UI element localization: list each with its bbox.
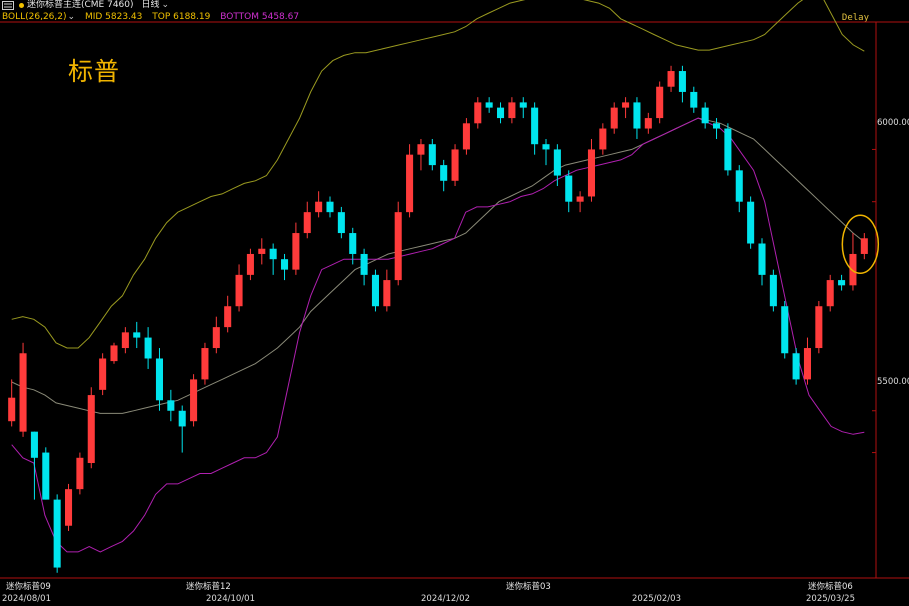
candle-body <box>587 149 595 197</box>
highlight-circle <box>841 214 880 275</box>
x-tick-label: 2025/03/25 <box>806 594 855 604</box>
contract-label: 迷你标普12 <box>186 582 231 592</box>
candle-body <box>212 327 220 349</box>
candle-body <box>303 212 311 234</box>
candle-body <box>87 395 95 464</box>
candle-body <box>519 102 527 108</box>
candle-body <box>815 306 823 349</box>
candle-body <box>451 149 459 181</box>
candle-body <box>792 353 800 380</box>
candle-body <box>406 154 414 213</box>
candle-body <box>610 107 618 129</box>
x-tick-label: 2025/02/03 <box>632 594 681 604</box>
candle-body <box>8 397 16 422</box>
candle-body <box>428 144 436 166</box>
candle-body <box>758 243 766 275</box>
candle-body <box>269 248 277 260</box>
candle-body <box>803 348 811 380</box>
candle-body <box>383 280 391 307</box>
candle-body <box>144 337 152 359</box>
candle-body <box>394 212 402 281</box>
candle-body <box>133 332 141 338</box>
candle-body <box>622 102 630 108</box>
candle-body <box>349 233 357 254</box>
candle-body <box>371 274 379 307</box>
candle-body <box>42 452 50 500</box>
candle-body <box>724 128 732 171</box>
candle-body <box>735 170 743 202</box>
contract-label: 迷你标普03 <box>506 582 551 592</box>
candle-body <box>201 348 209 380</box>
x-tick-label: 2024/08/01 <box>2 594 51 604</box>
candle-body <box>474 102 482 124</box>
candle-body <box>633 102 641 129</box>
candle-body <box>553 149 561 176</box>
candle-body <box>235 274 243 307</box>
candle-body <box>417 144 425 155</box>
candle-body <box>542 144 550 150</box>
candle-body <box>19 353 27 432</box>
candle-body <box>281 259 289 270</box>
candle-body <box>667 71 675 87</box>
candle-body <box>462 123 470 150</box>
candle-body <box>224 306 232 328</box>
candle-body <box>99 358 107 390</box>
candle-body <box>508 102 516 119</box>
x-tick-label: 2024/10/01 <box>206 594 255 604</box>
candle-body <box>190 379 198 422</box>
candle-body <box>781 306 789 354</box>
candle-body <box>258 248 266 254</box>
candle-body <box>701 107 709 124</box>
candle-body <box>30 431 38 458</box>
candle-body <box>531 107 539 145</box>
y-tick-label: 6000.00 <box>877 118 909 128</box>
candle-body <box>576 196 584 202</box>
candle-body <box>440 165 448 181</box>
candle-body <box>337 212 345 234</box>
candle-body <box>690 91 698 108</box>
candle-body <box>155 358 163 401</box>
candle-body <box>656 86 664 119</box>
candle-body <box>644 118 652 129</box>
candle-body <box>485 102 493 108</box>
candle-body <box>769 274 777 307</box>
candle-body <box>110 345 118 362</box>
candle-body <box>167 400 175 411</box>
x-tick-label: 2024/12/02 <box>421 594 470 604</box>
candle-body <box>565 175 573 202</box>
contract-label: 迷你标普06 <box>808 582 853 592</box>
candle-body <box>121 332 129 349</box>
candle-body <box>65 489 73 526</box>
candle-body <box>326 201 334 213</box>
candle-body <box>246 253 254 275</box>
contract-label: 迷你标普09 <box>6 582 51 592</box>
candle-body <box>747 201 755 244</box>
candle-body <box>713 123 721 129</box>
candlestick-chart[interactable] <box>0 0 909 606</box>
candle-body <box>178 410 186 427</box>
candle-body <box>292 233 300 270</box>
candle-body <box>315 201 323 213</box>
candle-body <box>53 499 61 568</box>
candle-body <box>860 238 868 254</box>
candle-body <box>826 280 834 307</box>
candle-body <box>76 457 84 490</box>
candle-body <box>838 280 846 286</box>
candle-body <box>360 253 368 275</box>
candle-body <box>678 71 686 92</box>
candle-body <box>599 128 607 150</box>
y-tick-label: 5500.00 <box>877 377 909 387</box>
candle-body <box>497 107 505 119</box>
